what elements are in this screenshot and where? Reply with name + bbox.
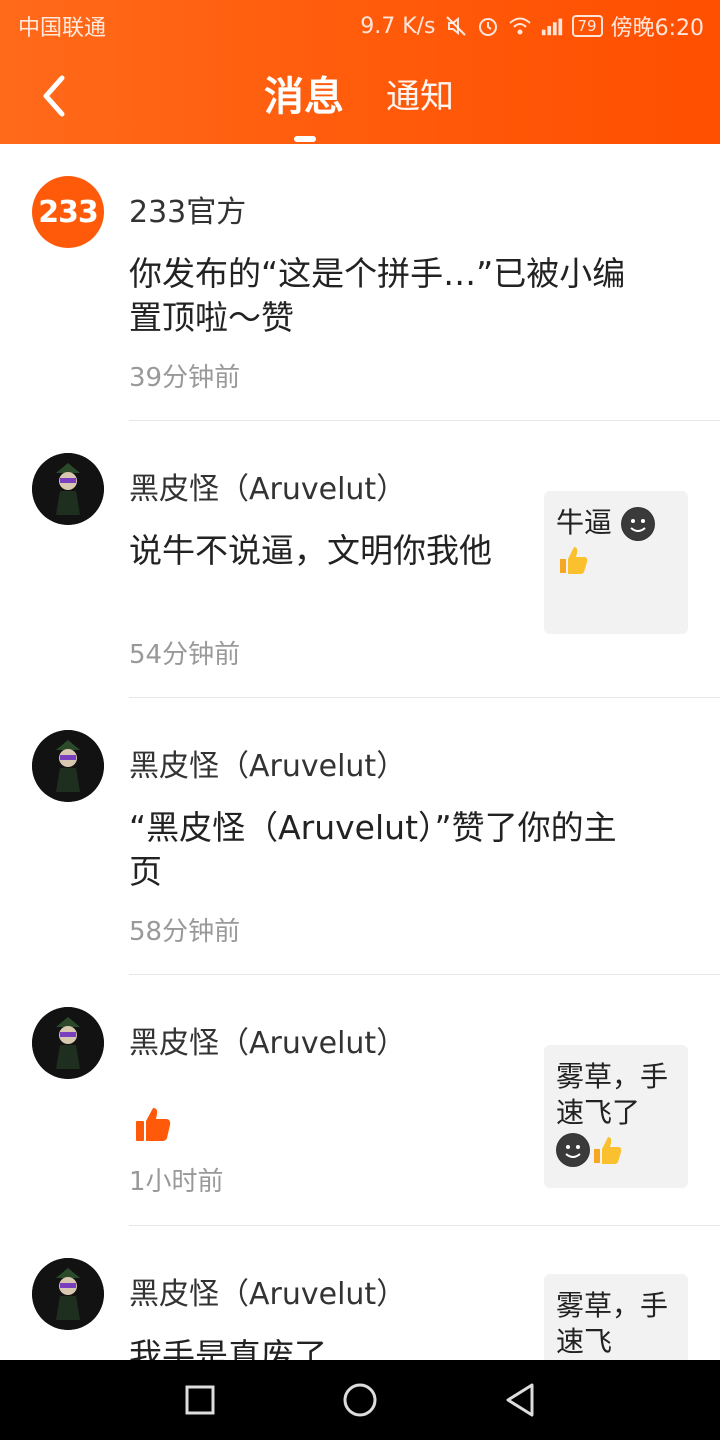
message-time: 54分钟前 [129, 640, 241, 670]
character-avatar-icon [32, 730, 104, 802]
tab-notifications[interactable]: 通知 [386, 72, 454, 122]
thumbs-up-emoji-icon [556, 543, 590, 577]
avatar-label: 233 [38, 194, 99, 230]
home-button[interactable] [336, 1376, 384, 1424]
grin-emoji-icon [620, 507, 655, 541]
character-avatar-icon [32, 453, 104, 525]
sender-name[interactable]: 黑皮怪（Aruvelut） [129, 1024, 406, 1064]
character-avatar-icon [32, 1258, 104, 1330]
message-content: “黑皮怪（Aruvelut）”赞了你的主页 [129, 808, 617, 891]
message-time: 1小时前 [129, 1167, 224, 1197]
app-header: 中国联通 9.7 K/s 79 傍晚6:20 消息 通知 [0, 0, 720, 144]
grin-emoji-icon [556, 1133, 590, 1167]
wifi-icon [508, 14, 532, 38]
message-list: 233 233官方 你发布的“这是个拼手…”已被小编置顶啦～赞 39分钟前 黑皮… [0, 144, 720, 1360]
quoted-comment[interactable]: 雾草，手速飞了 [544, 1045, 688, 1188]
back-button[interactable] [34, 72, 74, 120]
quoted-comment[interactable]: 雾草，手速飞 [544, 1274, 688, 1360]
message-content: 你发布的“这是个拼手…”已被小编置顶啦～赞 [129, 254, 626, 337]
sender-name[interactable]: 黑皮怪（Aruvelut） [129, 1275, 406, 1315]
carrier-name: 中国联通 [18, 16, 107, 41]
mute-icon [444, 14, 468, 38]
square-icon [185, 1385, 215, 1415]
recent-apps-button[interactable] [176, 1376, 224, 1424]
avatar[interactable] [32, 1007, 104, 1079]
avatar[interactable] [32, 1258, 104, 1330]
circle-icon [343, 1383, 377, 1417]
nav-bar: 消息 通知 [0, 50, 720, 144]
alarm-icon [476, 14, 500, 38]
quoted-text: 雾草，手速飞了 [556, 1060, 669, 1129]
thumbs-up-emoji-icon [590, 1133, 624, 1167]
message-time: 39分钟前 [129, 363, 241, 393]
message-content: 我手是真废了 [129, 1336, 327, 1360]
system-navigation-bar [0, 1360, 720, 1440]
chevron-left-icon [43, 75, 65, 117]
list-item[interactable]: 黑皮怪（Aruvelut） 我手是真废了 雾草，手速飞 [0, 1226, 720, 1360]
back-nav-button[interactable] [496, 1376, 544, 1424]
list-item[interactable]: 黑皮怪（Aruvelut） 1小时前 雾草，手速飞了 [0, 975, 720, 1226]
avatar[interactable] [32, 453, 104, 525]
avatar[interactable]: 233 [32, 176, 104, 248]
quoted-text: 雾草，手速飞 [556, 1289, 669, 1358]
active-tab-indicator [294, 136, 316, 142]
network-speed: 9.7 K/s [360, 13, 436, 39]
quoted-text: 牛逼 [556, 506, 613, 539]
character-avatar-icon [32, 1007, 104, 1079]
list-item[interactable]: 黑皮怪（Aruvelut） 说牛不说逼，文明你我他 54分钟前 牛逼 [0, 421, 720, 698]
battery-indicator: 79 [571, 15, 603, 37]
message-time: 58分钟前 [129, 917, 241, 947]
thumbs-up-icon [136, 1108, 171, 1141]
status-icons: 9.7 K/s 79 傍晚6:20 [360, 10, 704, 42]
status-bar: 中国联通 9.7 K/s 79 傍晚6:20 [0, 0, 720, 48]
sender-name[interactable]: 黑皮怪（Aruvelut） [129, 747, 406, 787]
signal-icon [540, 14, 564, 38]
list-item[interactable]: 黑皮怪（Aruvelut） “黑皮怪（Aruvelut）”赞了你的主页 58分钟… [0, 698, 720, 975]
avatar[interactable] [32, 730, 104, 802]
clock: 傍晚6:20 [610, 16, 704, 41]
sender-name[interactable]: 233官方 [129, 193, 246, 233]
triangle-back-icon [506, 1383, 534, 1417]
message-content: 说牛不说逼，文明你我他 [129, 531, 492, 570]
tab-messages[interactable]: 消息 [264, 72, 344, 122]
list-item[interactable]: 233 233官方 你发布的“这是个拼手…”已被小编置顶啦～赞 39分钟前 [0, 144, 720, 421]
sender-name[interactable]: 黑皮怪（Aruvelut） [129, 470, 406, 510]
quoted-comment[interactable]: 牛逼 [544, 491, 688, 634]
